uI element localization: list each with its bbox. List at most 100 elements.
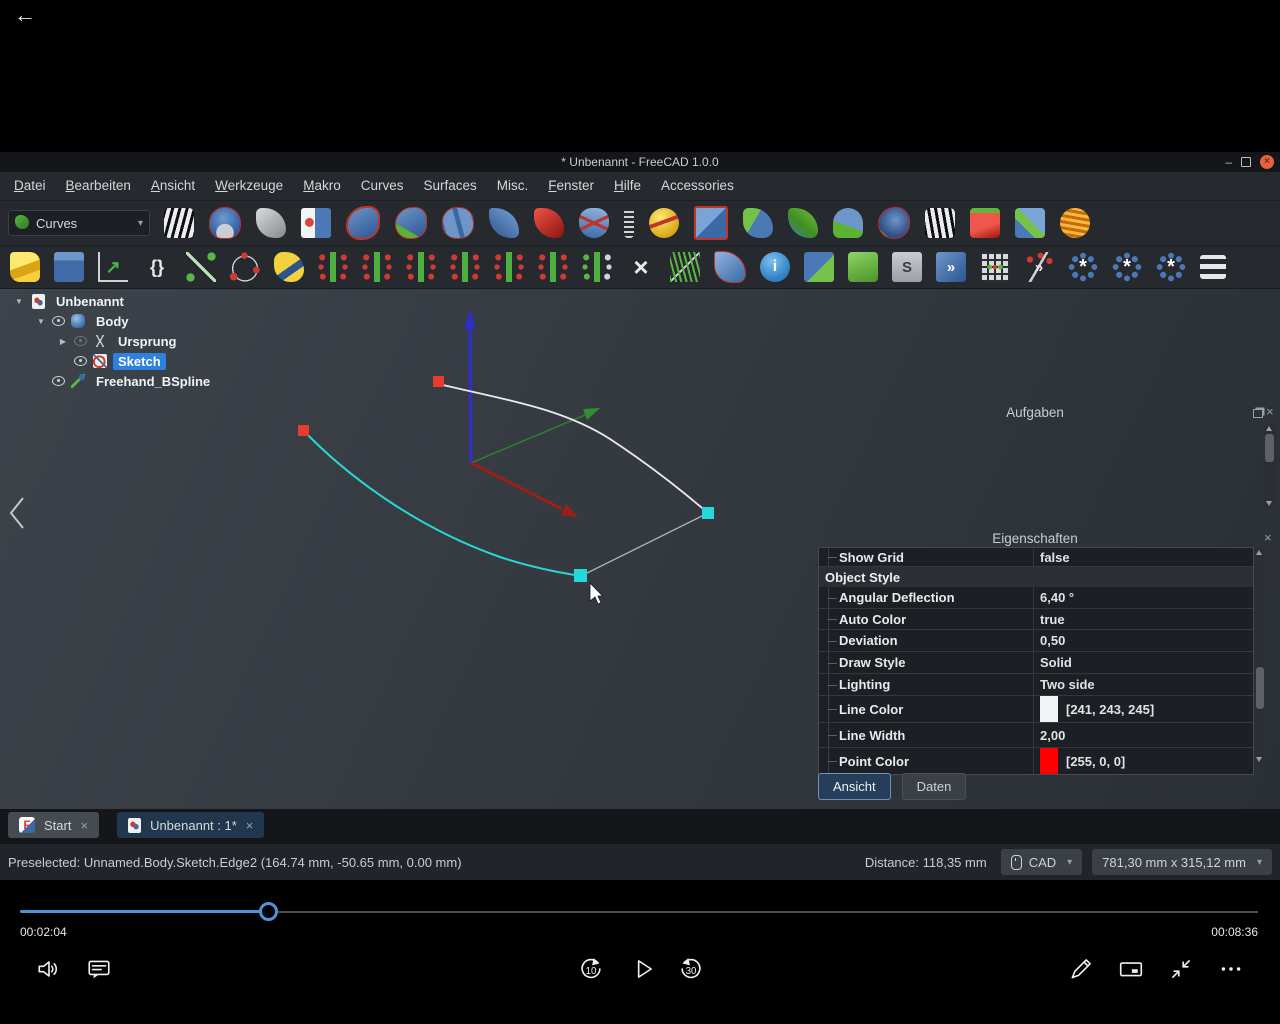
property-row-point-color[interactable]: Point Color [255, 0, 0]: [819, 748, 1253, 774]
join-curves-icon[interactable]: [494, 252, 524, 282]
tree-item-body[interactable]: ▼ Body: [0, 311, 215, 331]
visibility-eye-icon[interactable]: [52, 376, 65, 386]
maximize-icon[interactable]: [1241, 157, 1251, 167]
braces-icon[interactable]: {}: [142, 252, 172, 282]
dimension-dropdown[interactable]: 781,30 mm x 315,12 mm ▾: [1092, 849, 1272, 875]
curve-edit-icon[interactable]: [230, 252, 260, 282]
curvature-comb-icon[interactable]: [670, 252, 700, 282]
visibility-eye-icon[interactable]: [52, 316, 65, 326]
tab-daten[interactable]: Daten: [901, 773, 967, 800]
tree-item-ursprung[interactable]: ▶ Ursprung: [0, 331, 215, 351]
block-stack-icon[interactable]: [1015, 208, 1045, 238]
property-value[interactable]: 2,00: [1033, 723, 1253, 747]
nav-style-dropdown[interactable]: CAD ▾: [1000, 849, 1083, 875]
open-folder-icon[interactable]: [54, 252, 84, 282]
red-cube-icon[interactable]: [970, 208, 1000, 238]
gordon-surface-icon[interactable]: [743, 208, 773, 238]
export-icon[interactable]: ↗: [98, 252, 128, 282]
volume-icon[interactable]: [36, 956, 62, 982]
workbench-selector[interactable]: Curves ▾: [8, 210, 150, 236]
properties-close-icon[interactable]: ×: [1264, 531, 1272, 544]
sphere-ring-icon[interactable]: [649, 208, 679, 238]
discretize-icon[interactable]: [450, 252, 480, 282]
property-value[interactable]: true: [1033, 609, 1253, 629]
blue-elbow-surface-icon[interactable]: [489, 208, 519, 238]
property-row-deviation[interactable]: Deviation 0,50: [819, 630, 1253, 652]
sketch-edge-white[interactable]: [438, 383, 709, 514]
blend-curve-icon[interactable]: [346, 206, 380, 240]
property-row-show-grid[interactable]: Show Grid false: [819, 548, 1253, 567]
interpolate-curve-icon[interactable]: [362, 252, 392, 282]
property-value[interactable]: Two side: [1033, 674, 1253, 695]
crossed-curves-icon[interactable]: [579, 208, 609, 238]
scroll-up-icon[interactable]: [1256, 550, 1262, 555]
red-shell-icon[interactable]: [534, 208, 564, 238]
back-arrow-icon[interactable]: ←: [14, 2, 36, 28]
property-row-line-width[interactable]: Line Width 2,00: [819, 723, 1253, 748]
scroll-up-icon[interactable]: [1266, 426, 1272, 431]
scrollbar-thumb[interactable]: [1265, 434, 1274, 462]
control-point-cyan-1[interactable]: [702, 507, 714, 519]
property-value[interactable]: false: [1033, 548, 1253, 566]
scroll-down-icon[interactable]: [1266, 501, 1272, 506]
expander-open-icon[interactable]: ▼: [12, 297, 26, 306]
yellow-parts-icon[interactable]: [10, 252, 40, 282]
pipeshell-icon[interactable]: [442, 207, 474, 239]
picture-in-picture-icon[interactable]: [1118, 956, 1144, 982]
tree-item-sketch[interactable]: Sketch: [0, 351, 215, 371]
property-value[interactable]: 6,40 °: [1033, 587, 1253, 608]
property-row-draw-style[interactable]: Draw Style Solid: [819, 652, 1253, 674]
property-value[interactable]: [255, 0, 0]: [1033, 748, 1253, 774]
curves-workbench-icon[interactable]: [15, 214, 29, 229]
menu-item-accessories[interactable]: Accessories: [651, 172, 744, 200]
clipboard-icon[interactable]: S: [892, 252, 922, 282]
green-elbow-icon[interactable]: [788, 208, 818, 238]
scrollbar-thumb[interactable]: [1255, 667, 1264, 709]
progress-bar-remaining[interactable]: [278, 911, 1258, 913]
control-point-red-1[interactable]: [433, 376, 444, 387]
extend-cube-icon[interactable]: »: [936, 252, 966, 282]
document-tab-start[interactable]: F Start ×: [8, 812, 100, 838]
matrix-grid-icon[interactable]: [980, 252, 1010, 282]
minimize-icon[interactable]: –: [1225, 156, 1232, 168]
menu-item-surfaces[interactable]: Surfaces: [413, 172, 486, 200]
progress-knob[interactable]: [259, 902, 278, 921]
shrink-icon[interactable]: [1168, 956, 1194, 982]
property-row-lighting[interactable]: Lighting Two side: [819, 674, 1253, 696]
menu-item-misc[interactable]: Misc.: [487, 172, 539, 200]
construction-line[interactable]: [580, 512, 709, 577]
points-star-icon-3[interactable]: *: [1156, 252, 1186, 282]
visibility-eye-icon[interactable]: [74, 336, 87, 346]
info-icon[interactable]: i: [760, 252, 790, 282]
blend-curves-icon[interactable]: [406, 252, 436, 282]
property-row-angular-deflection[interactable]: Angular Deflection 6,40 °: [819, 587, 1253, 609]
flag-surface-icon[interactable]: [714, 251, 746, 283]
mirror-cubes-icon[interactable]: [804, 252, 834, 282]
gray-shell-icon[interactable]: [256, 208, 286, 238]
menu-item-bearbeiten[interactable]: Bearbeiten: [56, 172, 141, 200]
zebra-analysis-icon[interactable]: [164, 208, 194, 238]
control-point-cyan-2[interactable]: [574, 569, 587, 582]
menu-item-makro[interactable]: Makro: [293, 172, 351, 200]
menu-item-datei[interactable]: Datei: [4, 172, 56, 200]
document-tab-unbenannt1[interactable]: Unbenannt : 1* ×: [117, 812, 265, 838]
menu-item-fenster[interactable]: Fenster: [538, 172, 604, 200]
points-star-icon-1[interactable]: *: [1068, 252, 1098, 282]
menu-item-werkzeuge[interactable]: Werkzeuge: [205, 172, 293, 200]
expander-open-icon[interactable]: ▼: [34, 317, 48, 326]
property-value[interactable]: [241, 243, 245]: [1033, 696, 1253, 722]
properties-scrollbar[interactable]: [1254, 547, 1265, 765]
control-point-red-2[interactable]: [298, 425, 309, 436]
close-icon[interactable]: ×: [1260, 155, 1274, 169]
close-tab-icon[interactable]: ×: [80, 818, 88, 833]
sketch-on-surface-icon[interactable]: [301, 208, 331, 238]
menu-item-hilfe[interactable]: Hilfe: [604, 172, 651, 200]
expander-closed-icon[interactable]: ▶: [56, 337, 70, 346]
menu-item-curves[interactable]: Curves: [351, 172, 414, 200]
rewind-10-icon[interactable]: 10: [578, 956, 604, 982]
boxes-red-edge-icon[interactable]: [694, 206, 728, 240]
annotate-pencil-icon[interactable]: [1068, 956, 1094, 982]
visibility-eye-icon[interactable]: [74, 356, 87, 366]
progress-bar-elapsed[interactable]: [20, 910, 261, 913]
float-panel-icon[interactable]: [1253, 409, 1263, 418]
